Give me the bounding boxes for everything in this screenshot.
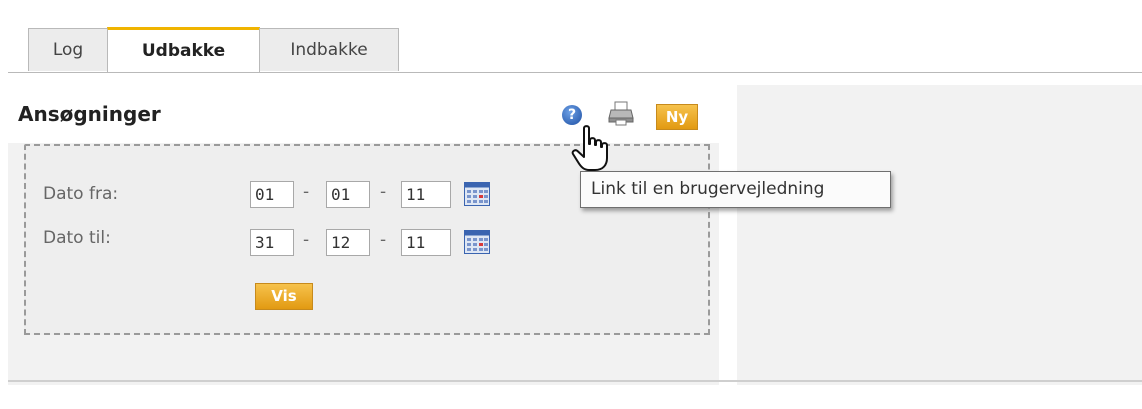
date-to-label: Dato til:	[43, 228, 111, 248]
new-button[interactable]: Ny	[656, 104, 698, 130]
help-glyph: ?	[567, 107, 577, 123]
tab-log[interactable]: Log	[28, 28, 108, 71]
printer-icon[interactable]	[608, 100, 634, 126]
date-to-month-input[interactable]: 12	[326, 229, 370, 256]
calendar-icon[interactable]	[464, 230, 490, 254]
tab-udbakke[interactable]: Udbakke	[107, 27, 260, 72]
tab-udbakke-label: Udbakke	[141, 41, 226, 61]
date-from-day-input[interactable]: 01	[250, 181, 294, 208]
tab-log-label: Log	[52, 40, 84, 60]
date-to-year-input[interactable]: 11	[401, 229, 451, 256]
page-title: Ansøgninger	[18, 102, 161, 126]
tab-indbakke-label: Indbakke	[290, 40, 368, 60]
date-from-separator-2: -	[380, 182, 387, 202]
date-from-year-input[interactable]: 11	[401, 181, 451, 208]
tab-indbakke[interactable]: Indbakke	[259, 28, 399, 71]
show-button[interactable]: Vis	[255, 283, 313, 310]
date-from-month-input[interactable]: 01	[326, 181, 370, 208]
right-panel	[737, 85, 1142, 385]
hand-cursor-icon	[571, 125, 608, 171]
date-to-separator-1: -	[303, 230, 310, 250]
tooltip: Link til en brugervejledning	[580, 171, 891, 208]
divider	[8, 380, 1142, 382]
date-from-label: Dato fra:	[43, 184, 119, 204]
date-to-separator-2: -	[380, 230, 387, 250]
help-icon[interactable]: ?	[562, 105, 582, 125]
date-to-day-input[interactable]: 31	[250, 229, 294, 256]
date-from-separator-1: -	[303, 182, 310, 202]
tab-strip: Log Udbakke Indbakke	[8, 27, 1142, 73]
calendar-icon[interactable]	[464, 182, 490, 206]
